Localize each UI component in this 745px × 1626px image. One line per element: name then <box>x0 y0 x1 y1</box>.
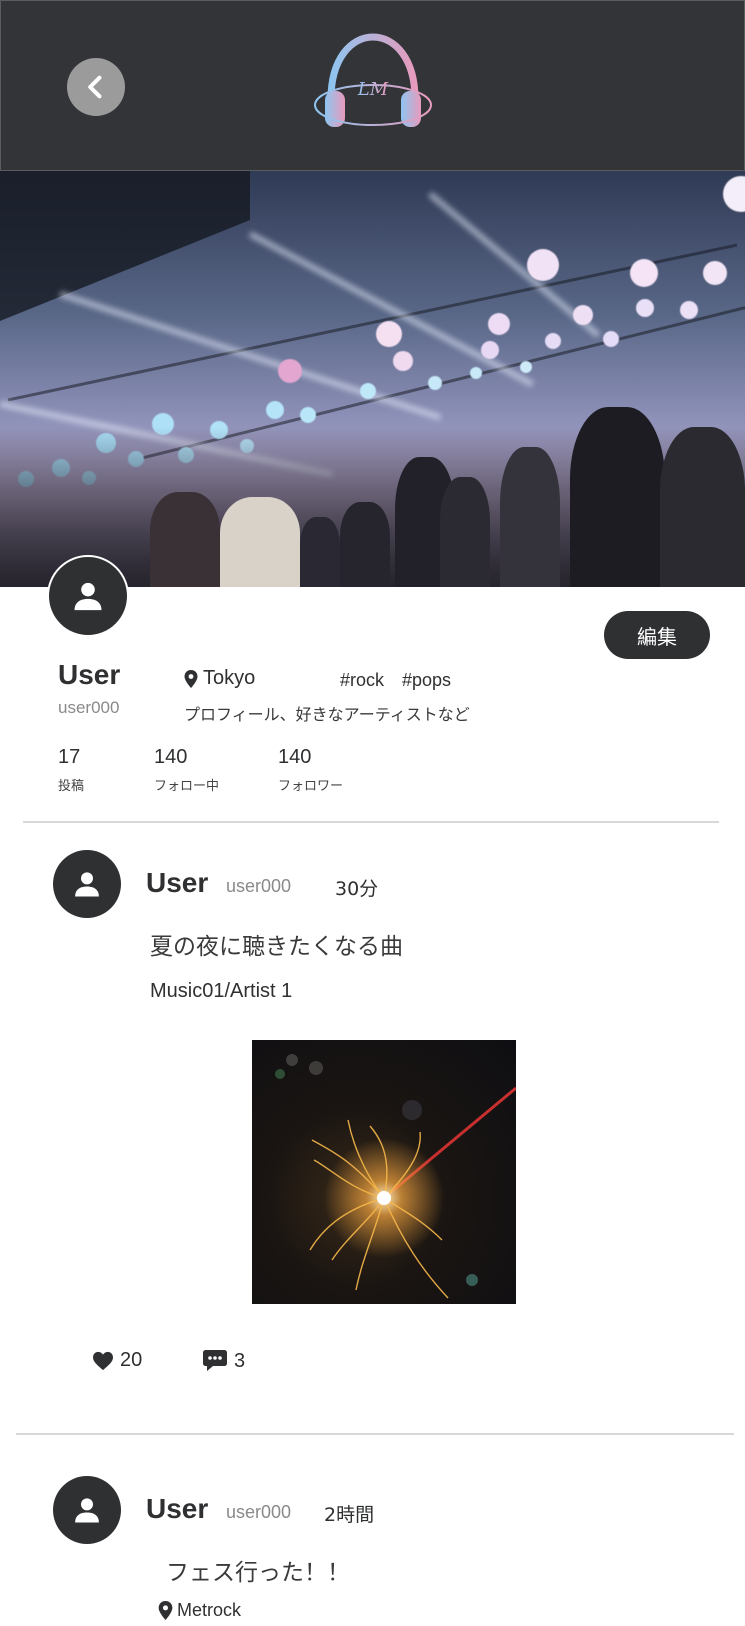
post-avatar[interactable] <box>53 1476 121 1544</box>
back-button[interactable] <box>67 58 125 116</box>
user-icon <box>74 582 102 611</box>
app-header: LM <box>0 0 745 171</box>
post-location-label: Metrock <box>177 1600 242 1620</box>
post-avatar[interactable] <box>53 850 121 918</box>
tag-rock[interactable]: #rock <box>340 670 384 691</box>
post-author-handle: user000 <box>226 1502 292 1522</box>
like-button[interactable]: 20 <box>92 1349 142 1372</box>
comment-icon <box>203 1350 227 1371</box>
post-author-handle: user000 <box>226 876 292 896</box>
profile-tags: #rock #pops <box>340 670 451 691</box>
stat-followers[interactable]: 140 フォロワー <box>278 746 343 794</box>
location-pin-icon <box>158 1601 173 1620</box>
stat-followers-label: フォロワー <box>278 779 344 794</box>
stat-following-value: 140 <box>154 746 188 768</box>
stat-posts-label: 投稿 <box>58 779 85 794</box>
profile-avatar[interactable] <box>47 555 129 637</box>
sparkler-image <box>275 1054 516 1299</box>
app-logo: LM <box>314 33 432 127</box>
post-text: フェス行った！！ <box>166 1560 350 1586</box>
divider <box>16 1433 734 1435</box>
chevron-left-icon <box>88 75 102 99</box>
comment-button[interactable]: 3 <box>202 1349 245 1373</box>
profile-handle: user000 <box>58 698 120 717</box>
cover-image <box>0 171 745 587</box>
stat-following[interactable]: 140 フォロー中 <box>154 746 219 794</box>
post-timestamp: 2時間 <box>324 1504 375 1526</box>
stat-posts-value: 17 <box>58 746 81 768</box>
location-label: Tokyo <box>203 667 256 689</box>
comment-count: 3 <box>234 1349 246 1372</box>
divider <box>23 821 719 823</box>
profile-name: User <box>58 659 121 690</box>
stat-posts[interactable]: 17 投稿 <box>58 746 84 794</box>
user-icon <box>75 1498 99 1523</box>
location-pin-icon <box>184 669 198 688</box>
heart-icon <box>93 1351 113 1370</box>
post-text: 夏の夜に聴きたくなる曲 <box>150 934 403 960</box>
post-timestamp: 30分 <box>335 878 379 900</box>
profile-location: Tokyo <box>184 667 255 690</box>
user-icon <box>75 872 99 897</box>
stat-following-label: フォロー中 <box>154 779 220 794</box>
post-image-sparkler[interactable] <box>252 1040 516 1304</box>
logo-text: LM <box>357 79 389 100</box>
post-author-name[interactable]: User <box>146 1493 208 1525</box>
post-music-link[interactable]: Music01/Artist 1 <box>150 980 292 1003</box>
stat-followers-value: 140 <box>278 746 312 768</box>
profile-bio: プロフィール、好きなアーティストなど <box>184 705 470 724</box>
post-author-name[interactable]: User <box>146 867 208 899</box>
post-location[interactable]: Metrock <box>158 1600 241 1621</box>
tag-pops[interactable]: #pops <box>402 670 451 691</box>
like-count: 20 <box>120 1349 143 1371</box>
edit-profile-button[interactable]: 編集 <box>604 611 710 659</box>
